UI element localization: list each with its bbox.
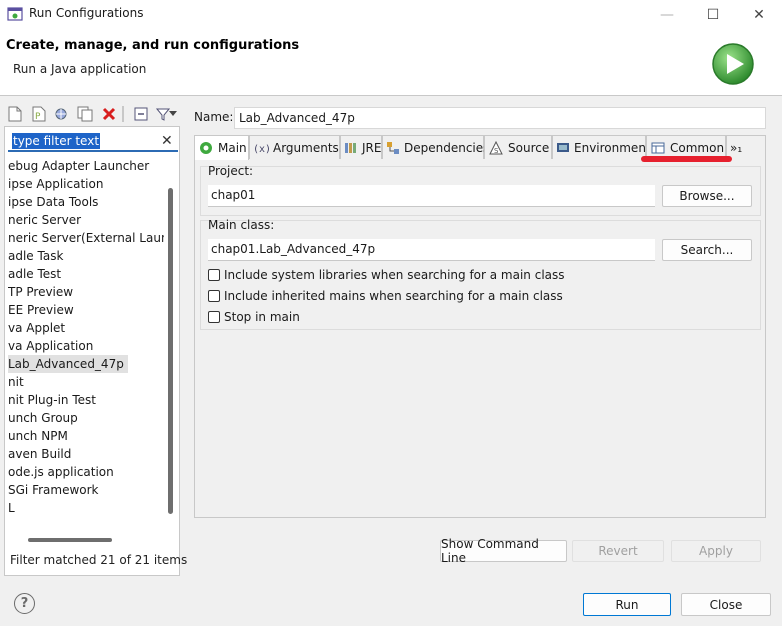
filter-status-text: Filter matched 21 of 21 items	[10, 553, 188, 567]
source-icon: S	[488, 140, 504, 156]
tab-arguments[interactable]: (x)= Arguments	[249, 135, 340, 159]
tree-horizontal-scrollbar[interactable]	[28, 538, 112, 542]
config-tree: ebug Adapter Launcher ipse Application ips…	[8, 156, 164, 532]
common-icon	[650, 140, 666, 156]
tab-label: Common	[670, 140, 725, 155]
collapse-all-icon[interactable]	[132, 104, 150, 124]
jre-icon	[344, 140, 358, 156]
config-toolbar: P	[4, 104, 180, 126]
checkbox-box[interactable]	[208, 290, 220, 302]
filter-input[interactable]: type filter text ✕	[8, 132, 178, 152]
close-button[interactable]: Close	[681, 593, 771, 616]
checkbox-box[interactable]	[208, 311, 220, 323]
tree-item[interactable]: neric Server(External Launch	[8, 229, 164, 247]
tab-source[interactable]: S Source	[484, 135, 552, 159]
tree-item[interactable]: ipse Application	[8, 175, 103, 193]
maximize-button[interactable]: ☐	[690, 0, 736, 29]
arguments-icon: (x)=	[253, 140, 269, 156]
header-subtitle: Run a Java application	[13, 62, 147, 76]
tab-label: Main	[218, 141, 247, 155]
revert-button[interactable]: Revert	[572, 540, 664, 562]
tab-label: Source	[508, 140, 550, 155]
header-title: Create, manage, and run configurations	[6, 38, 300, 53]
main-class-label: Main class:	[208, 218, 275, 232]
tab-label: JRE	[362, 140, 382, 155]
new-config-icon[interactable]	[6, 104, 24, 124]
apply-button[interactable]: Apply	[671, 540, 761, 562]
annotation-underline	[641, 156, 732, 162]
main-tab-icon	[198, 140, 214, 156]
tab-label: Dependencies	[404, 140, 490, 155]
svg-text:P: P	[35, 112, 41, 122]
main-class-input[interactable]: chap01.Lab_Advanced_47p	[208, 239, 655, 261]
config-name-input[interactable]: Lab_Advanced_47p	[234, 107, 766, 129]
search-button[interactable]: Search...	[662, 239, 752, 261]
eclipse-app-icon	[7, 7, 23, 21]
tree-item[interactable]: aven Build	[8, 445, 71, 463]
tree-item[interactable]: ipse Data Tools	[8, 193, 98, 211]
tab-main[interactable]: Main	[194, 135, 249, 160]
tab-jre[interactable]: JRE	[340, 135, 382, 159]
tab-environment[interactable]: Environment	[552, 135, 651, 159]
dropdown-arrow-icon[interactable]	[168, 104, 178, 124]
toolbar-separator	[122, 106, 124, 122]
tree-item[interactable]: nit Plug-in Test	[8, 391, 96, 409]
filter-placeholder: type filter text	[12, 133, 101, 149]
tab-dependencies[interactable]: Dependencies	[382, 135, 489, 159]
tree-item[interactable]: L	[8, 499, 15, 517]
tree-item[interactable]: va Application	[8, 337, 93, 355]
minimize-button[interactable]: —	[644, 0, 690, 29]
tree-item[interactable]: SGi Framework	[8, 481, 99, 499]
project-input[interactable]: chap01	[208, 185, 655, 207]
tree-item[interactable]: unch Group	[8, 409, 78, 427]
checkbox-label: Stop in main	[224, 310, 300, 324]
include-inherited-mains-checkbox[interactable]: Include inherited mains when searching f…	[208, 288, 563, 304]
new-prototype-icon[interactable]: P	[30, 104, 48, 124]
clear-filter-icon[interactable]: ✕	[161, 133, 175, 149]
svg-text:(x)=: (x)=	[253, 144, 269, 154]
tree-item[interactable]: Lab_Advanced_47p	[8, 355, 128, 373]
checkbox-label: Include inherited mains when searching f…	[224, 289, 563, 303]
tab-label: Environment	[574, 140, 651, 155]
include-system-libraries-checkbox[interactable]: Include system libraries when searching …	[208, 267, 565, 283]
name-label: Name:	[194, 110, 234, 124]
run-button[interactable]: Run	[583, 593, 671, 616]
tree-item[interactable]: unch NPM	[8, 427, 68, 445]
run-play-icon	[712, 43, 754, 85]
show-command-line-button[interactable]: Show Command Line	[440, 537, 567, 565]
environment-icon	[556, 140, 570, 156]
export-icon[interactable]	[52, 104, 70, 124]
browse-button[interactable]: Browse...	[662, 185, 752, 207]
delete-icon[interactable]	[100, 104, 118, 124]
tree-item[interactable]: nit	[8, 373, 24, 391]
tab-label: Arguments	[273, 140, 339, 155]
tree-item[interactable]: adle Task	[8, 247, 63, 265]
checkbox-label: Include system libraries when searching …	[224, 268, 565, 282]
dialog-header: Create, manage, and run configurations R…	[0, 29, 782, 96]
dependencies-icon	[386, 140, 400, 156]
window-title: Run Configurations	[29, 6, 144, 20]
stop-in-main-checkbox[interactable]: Stop in main	[208, 309, 300, 325]
tree-item[interactable]: va Applet	[8, 319, 65, 337]
tree-item[interactable]: adle Test	[8, 265, 61, 283]
help-icon[interactable]: ?	[14, 593, 35, 614]
tree-item[interactable]: ode.js application	[8, 463, 114, 481]
tree-item[interactable]: TP Preview	[8, 283, 73, 301]
checkbox-box[interactable]	[208, 269, 220, 281]
tree-item[interactable]: neric Server	[8, 211, 81, 229]
tree-vertical-scrollbar[interactable]	[168, 188, 173, 514]
close-window-button[interactable]: ✕	[736, 0, 782, 29]
tree-item[interactable]: EE Preview	[8, 301, 74, 319]
project-label: Project:	[208, 164, 254, 178]
svg-text:S: S	[494, 147, 499, 155]
tab-overflow-button[interactable]: »₁	[726, 135, 766, 159]
duplicate-icon[interactable]	[76, 104, 94, 124]
tree-item[interactable]: ebug Adapter Launcher	[8, 157, 149, 175]
